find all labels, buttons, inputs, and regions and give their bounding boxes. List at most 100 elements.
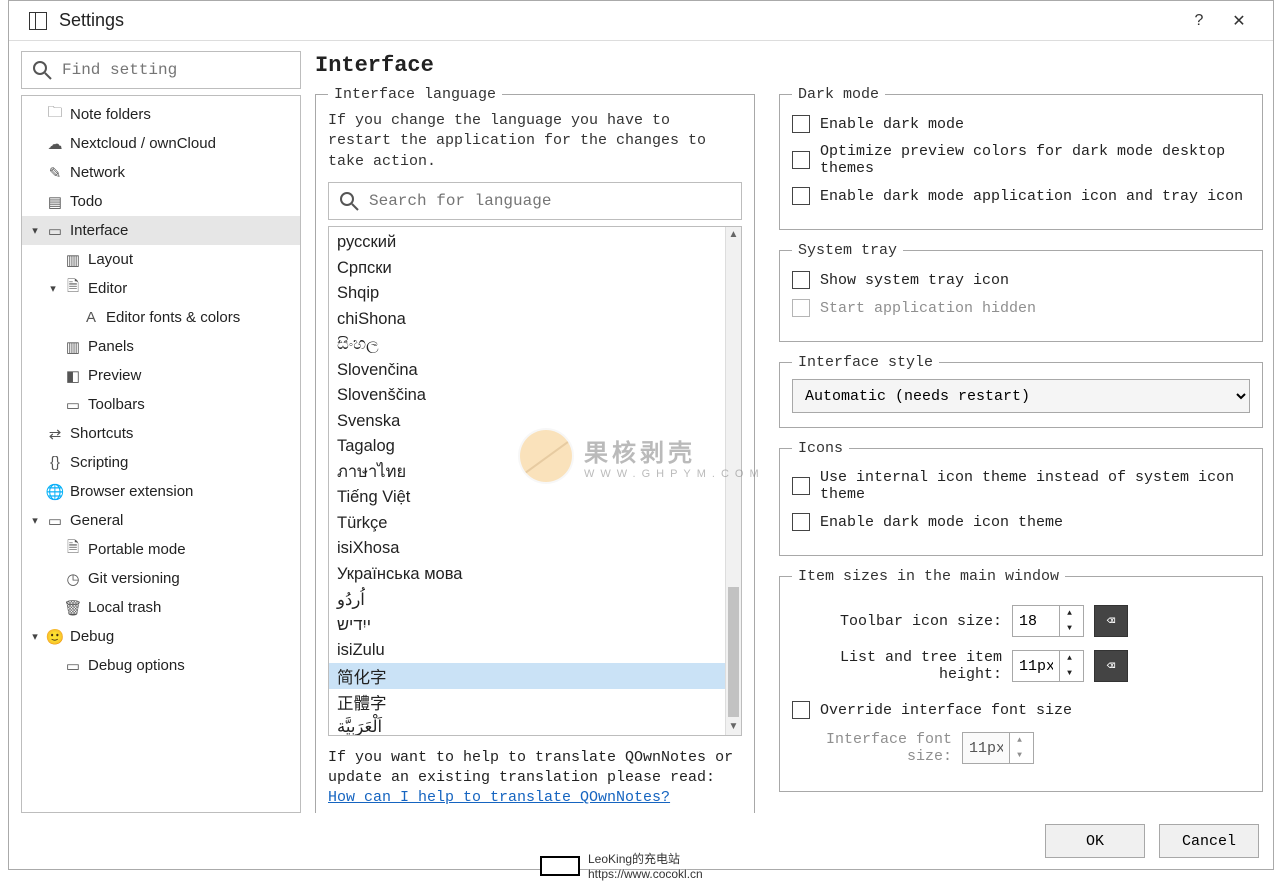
tree-item-preview[interactable]: ◧Preview: [22, 361, 300, 390]
language-item[interactable]: isiXhosa: [329, 536, 725, 562]
toolbar-size-input[interactable]: [1013, 606, 1059, 636]
toolbar-size-spin[interactable]: ▲▼: [1012, 605, 1084, 637]
language-item[interactable]: Slovenčina: [329, 357, 725, 383]
language-item[interactable]: 正體字: [329, 689, 725, 715]
titlebar: Settings ? ✕: [9, 1, 1273, 41]
language-item[interactable]: اَلْعَرَبِيَّة: [329, 714, 725, 735]
language-item[interactable]: اُردُو: [329, 587, 725, 613]
language-item[interactable]: Shqip: [329, 281, 725, 307]
twisty-icon[interactable]: ▾: [26, 514, 44, 527]
checkbox-icon[interactable]: [792, 271, 810, 289]
scroll-up-icon[interactable]: ▲: [726, 227, 741, 243]
language-item[interactable]: chiShona: [329, 306, 725, 332]
list-height-spin[interactable]: ▲▼: [1012, 650, 1084, 682]
scroll-down-icon[interactable]: ▼: [726, 719, 741, 735]
language-scrollbar[interactable]: ▲ ▼: [725, 227, 741, 735]
scroll-thumb[interactable]: [728, 587, 739, 717]
language-item[interactable]: Svenska: [329, 408, 725, 434]
style-group: Interface style Automatic (needs restart…: [779, 354, 1263, 428]
language-search-input[interactable]: [369, 192, 733, 210]
tree-item-todo[interactable]: ▤Todo: [22, 187, 300, 216]
checkbox-icon[interactable]: [792, 701, 810, 719]
settings-search[interactable]: [21, 51, 301, 89]
spin-down-icon[interactable]: ▼: [1060, 621, 1079, 636]
spin-down-icon: ▼: [1010, 748, 1029, 763]
tree-item-panels[interactable]: ▥Panels: [22, 332, 300, 361]
language-item[interactable]: Slovenščina: [329, 383, 725, 409]
tree-item-debug[interactable]: ▾🙂Debug: [22, 622, 300, 651]
language-item[interactable]: Tagalog: [329, 434, 725, 460]
language-item[interactable]: Tiếng Việt: [329, 485, 725, 511]
help-button[interactable]: ?: [1179, 7, 1219, 35]
layout-icon: ▥: [62, 251, 84, 269]
toolbar-size-reset[interactable]: ⌫: [1094, 605, 1128, 637]
tree-item-browser-ext[interactable]: 🌐Browser extension: [22, 477, 300, 506]
panel-icon: ▭: [44, 512, 66, 530]
twisty-icon[interactable]: ▾: [44, 282, 62, 295]
checkbox-icon[interactable]: [792, 513, 810, 531]
font-size-spin: ▲▼: [962, 732, 1034, 764]
translate-link[interactable]: How can I help to translate QOwnNotes?: [328, 789, 670, 806]
font-size-input: [963, 733, 1009, 763]
interface-style-select[interactable]: Automatic (needs restart): [792, 379, 1250, 413]
file-icon: 🗎: [62, 537, 84, 562]
tree-item-general[interactable]: ▾▭General: [22, 506, 300, 535]
checkbox-icon: [792, 299, 810, 317]
spin-up-icon[interactable]: ▲: [1060, 606, 1079, 621]
language-item[interactable]: Српски: [329, 255, 725, 281]
tree-item-layout[interactable]: ▥Layout: [22, 245, 300, 274]
twisty-icon[interactable]: ▾: [26, 224, 44, 237]
twisty-icon[interactable]: ▾: [26, 630, 44, 643]
tree-item-trash[interactable]: 🗑Local trash: [22, 593, 300, 622]
sidebar: 🗀Note folders☁Nextcloud / ownCloud✎Netwo…: [21, 51, 301, 813]
tree-item-label: Editor: [88, 280, 127, 297]
tree-item-network[interactable]: ✎Network: [22, 158, 300, 187]
list-height-input[interactable]: [1013, 651, 1059, 681]
cloud-icon: ☁: [44, 135, 66, 153]
internal-icon-theme[interactable]: Use internal icon theme instead of syste…: [792, 469, 1250, 503]
checkbox-icon[interactable]: [792, 477, 810, 495]
language-item[interactable]: සිංහල: [329, 332, 725, 358]
dark-icon-theme[interactable]: Enable dark mode icon theme: [792, 513, 1250, 531]
list-height-reset[interactable]: ⌫: [1094, 650, 1128, 682]
cancel-button[interactable]: Cancel: [1159, 824, 1259, 858]
spin-up-icon[interactable]: ▲: [1060, 651, 1079, 666]
language-search[interactable]: [328, 182, 742, 220]
checkbox-icon[interactable]: [792, 115, 810, 133]
language-item[interactable]: русский: [329, 230, 725, 256]
tree-item-note-folders[interactable]: 🗀Note folders: [22, 100, 300, 129]
language-item[interactable]: 简化字: [329, 663, 725, 689]
tree-item-label: Nextcloud / ownCloud: [70, 135, 216, 152]
show-tray-icon[interactable]: Show system tray icon: [792, 271, 1250, 289]
spin-down-icon[interactable]: ▼: [1060, 666, 1079, 681]
settings-tree[interactable]: 🗀Note folders☁Nextcloud / ownCloud✎Netwo…: [21, 95, 301, 813]
tree-item-git[interactable]: ◷Git versioning: [22, 564, 300, 593]
enable-darkmode-icon[interactable]: Enable dark mode application icon and tr…: [792, 187, 1250, 205]
preview-icon: ◧: [62, 367, 84, 385]
tree-item-portable[interactable]: 🗎Portable mode: [22, 535, 300, 564]
tree-item-editor[interactable]: ▾🗎Editor: [22, 274, 300, 303]
checkbox-icon[interactable]: [792, 187, 810, 205]
override-font-size[interactable]: Override interface font size: [792, 701, 1250, 719]
tree-item-editor-fonts[interactable]: AEditor fonts & colors: [22, 303, 300, 332]
page-title: Interface: [315, 53, 1263, 78]
checkbox-icon[interactable]: [792, 151, 810, 169]
tree-item-interface[interactable]: ▾▭Interface: [22, 216, 300, 245]
tree-item-scripting[interactable]: {}Scripting: [22, 448, 300, 477]
language-item[interactable]: ייִדיש: [329, 612, 725, 638]
language-item[interactable]: ภาษาไทย: [329, 459, 725, 485]
settings-search-input[interactable]: [62, 61, 292, 79]
close-button[interactable]: ✕: [1219, 7, 1259, 35]
tree-item-toolbars[interactable]: ▭Toolbars: [22, 390, 300, 419]
ok-button[interactable]: OK: [1045, 824, 1145, 858]
language-list[interactable]: русскийСрпскиShqipchiShonaසිංහලSlovenčin…: [328, 226, 742, 736]
tree-item-shortcuts[interactable]: ⇄Shortcuts: [22, 419, 300, 448]
tree-item-nextcloud[interactable]: ☁Nextcloud / ownCloud: [22, 129, 300, 158]
optimize-preview-darkmode[interactable]: Optimize preview colors for dark mode de…: [792, 143, 1250, 177]
language-item[interactable]: Українська мова: [329, 561, 725, 587]
language-item[interactable]: Türkçe: [329, 510, 725, 536]
language-item[interactable]: isiZulu: [329, 638, 725, 664]
enable-darkmode[interactable]: Enable dark mode: [792, 115, 1250, 133]
tree-item-label: Todo: [70, 193, 103, 210]
tree-item-debug-options[interactable]: ▭Debug options: [22, 651, 300, 680]
